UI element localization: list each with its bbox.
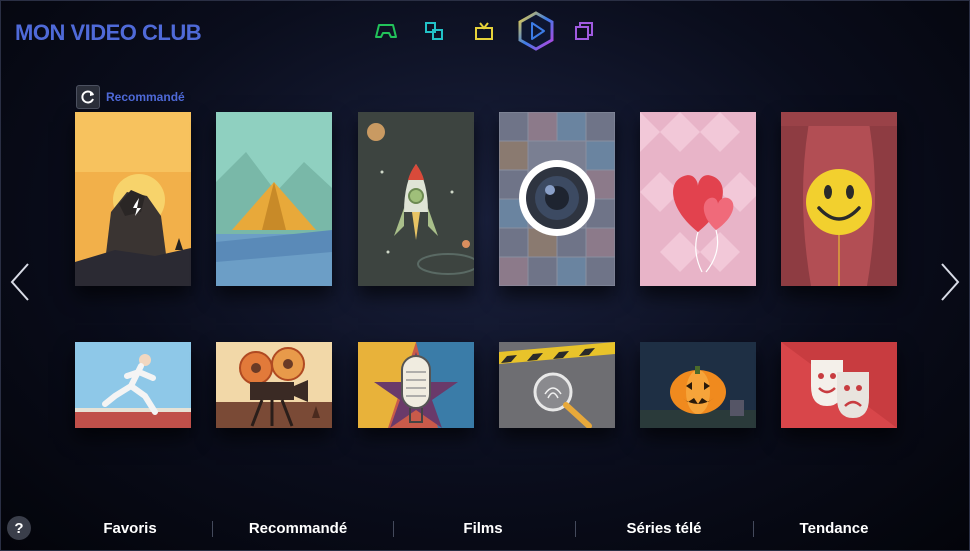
apps-icon[interactable]	[416, 13, 452, 49]
bottom-nav-series-tele[interactable]: Séries télé	[626, 520, 701, 537]
separator	[753, 521, 754, 537]
play-icon[interactable]	[515, 10, 557, 52]
bottom-nav-recommande[interactable]: Recommandé	[249, 520, 347, 537]
tile-gorilla-sunset[interactable]	[75, 112, 191, 286]
gorilla-icon	[75, 112, 191, 286]
separator	[575, 521, 576, 537]
bottom-nav-tendance[interactable]: Tendance	[800, 520, 869, 537]
bottom-nav: ? Favoris Recommandé Films Séries télé T…	[0, 508, 970, 551]
bottom-nav-films[interactable]: Films	[463, 520, 502, 537]
section-header: Recommandé	[76, 85, 185, 109]
tile-film-camera[interactable]	[216, 342, 332, 428]
separator	[393, 521, 394, 537]
bottom-nav-favoris[interactable]: Favoris	[103, 520, 156, 537]
tile-fingerprint[interactable]	[499, 342, 615, 428]
separator	[212, 521, 213, 537]
tile-heart-balloons[interactable]	[640, 112, 756, 286]
tile-rocket[interactable]	[358, 112, 474, 286]
multiscreen-icon[interactable]	[566, 13, 602, 49]
tile-runner[interactable]	[75, 342, 191, 428]
section-title: Recommandé	[106, 90, 185, 104]
masks-icon	[781, 342, 897, 428]
tile-camera-lens[interactable]	[499, 112, 615, 286]
refresh-icon[interactable]	[76, 85, 100, 109]
tile-theater-masks[interactable]	[781, 342, 897, 428]
tv-icon[interactable]	[466, 13, 502, 49]
lens-icon	[499, 112, 615, 286]
film-camera-icon	[216, 342, 332, 428]
rocket-icon	[358, 112, 474, 286]
heart-icon	[640, 112, 756, 286]
tile-pumpkin[interactable]	[640, 342, 756, 428]
app-title: MON VIDEO CLUB	[15, 20, 202, 45]
smiley-icon	[781, 112, 897, 286]
pumpkin-icon	[640, 342, 756, 428]
tile-tent[interactable]	[216, 112, 332, 286]
tile-microphone[interactable]	[358, 342, 474, 428]
microphone-icon	[358, 342, 474, 428]
fingerprint-icon	[499, 342, 615, 428]
help-icon[interactable]: ?	[7, 516, 31, 540]
scroll-left-arrow-icon[interactable]	[8, 262, 32, 302]
runner-icon	[75, 342, 191, 428]
tile-smiley-curtain[interactable]	[781, 112, 897, 286]
scroll-right-arrow-icon[interactable]	[938, 262, 962, 302]
tent-icon	[216, 112, 332, 286]
games-icon[interactable]	[368, 13, 404, 49]
